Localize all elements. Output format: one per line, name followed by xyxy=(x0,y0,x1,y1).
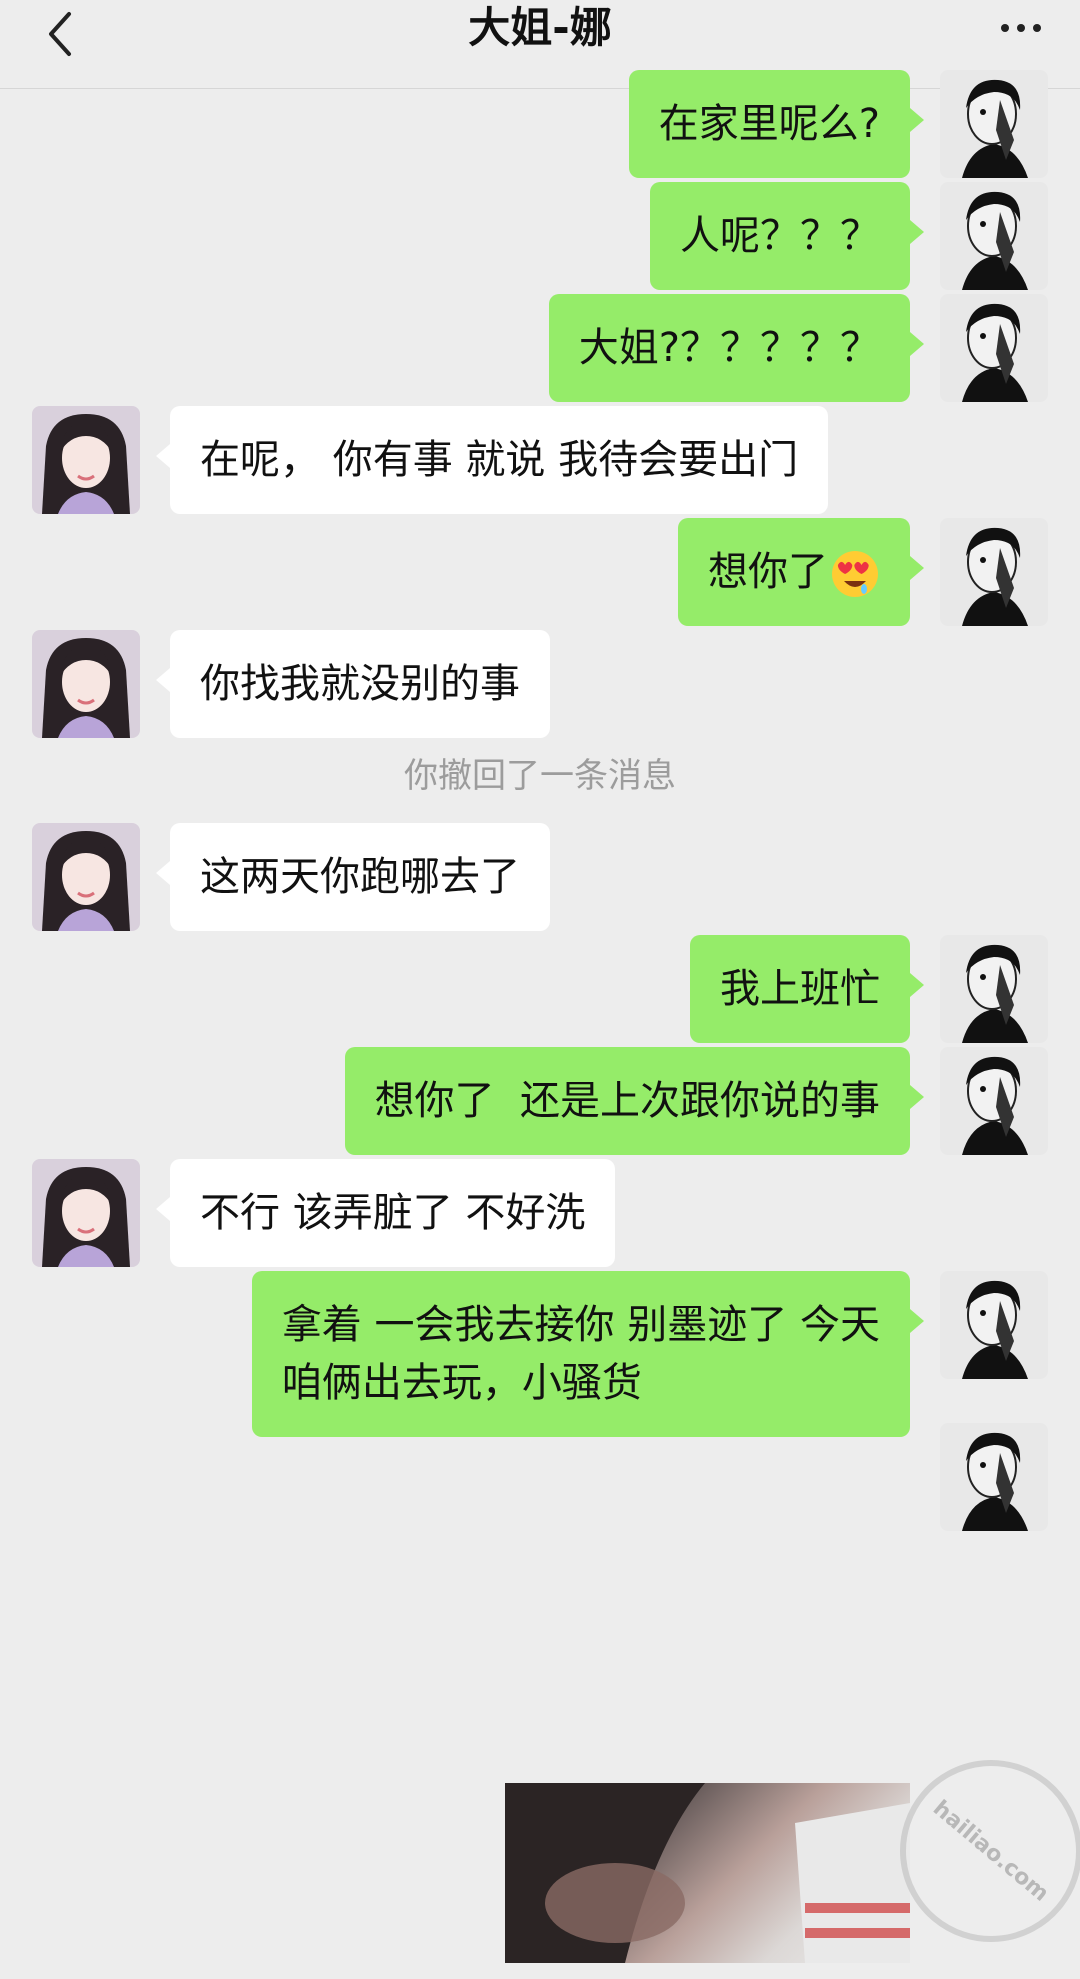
message-text: 想你了 xyxy=(708,549,828,595)
watermark-text: hailiao.com xyxy=(928,1795,1054,1907)
more-options-button[interactable] xyxy=(986,0,1056,56)
contact-avatar[interactable] xyxy=(32,1159,140,1267)
my-avatar[interactable] xyxy=(940,70,1048,178)
more-dots-icon xyxy=(1001,24,1009,32)
recall-notice: 你撤回了一条消息 xyxy=(404,756,676,796)
sent-message-bubble[interactable]: 人呢？？？ xyxy=(650,182,924,290)
my-avatar[interactable] xyxy=(940,1423,1048,1531)
my-avatar[interactable] xyxy=(940,935,1048,1043)
contact-avatar[interactable] xyxy=(32,630,140,738)
sent-message-bubble[interactable]: 想你了 xyxy=(678,518,924,626)
my-avatar[interactable] xyxy=(940,1047,1048,1155)
sent-message-bubble[interactable]: 想你了 还是上次跟你说的事 xyxy=(344,1047,925,1155)
heart-eyes-emoji-icon xyxy=(832,551,878,597)
received-message-bubble[interactable]: 不行 该弄脏了 不好洗 xyxy=(155,1159,616,1267)
my-avatar[interactable] xyxy=(940,182,1048,290)
title-bar: 大姐-娜 xyxy=(0,0,1080,89)
contact-avatar[interactable] xyxy=(32,406,140,514)
received-message-bubble[interactable]: 在呢， 你有事 就说 我待会要出门 xyxy=(155,406,829,514)
chat-title: 大姐-娜 xyxy=(468,3,612,52)
image-message-thumbnail[interactable] xyxy=(505,1783,910,1963)
message-list[interactable]: 在家里呢么? 人呢？？？ 大姐?？？？？？ 在呢， 你有事 就说 我待会要出门 … xyxy=(0,70,1080,1963)
sent-message-bubble[interactable]: 我上班忙 xyxy=(690,935,924,1043)
contact-avatar[interactable] xyxy=(32,823,140,931)
sent-message-bubble[interactable]: 在家里呢么? xyxy=(628,70,925,178)
received-message-bubble[interactable]: 这两天你跑哪去了 xyxy=(156,823,550,931)
my-avatar[interactable] xyxy=(940,294,1048,402)
sent-message-bubble[interactable]: 大姐?？？？？？ xyxy=(548,294,925,402)
photo-content xyxy=(505,1783,910,1963)
received-message-bubble[interactable]: 你找我就没别的事 xyxy=(156,630,550,738)
sent-message-bubble[interactable]: 拿着 一会我去接你 别墨迹了 今天 咱俩出去玩，小骚货 xyxy=(251,1271,925,1437)
my-avatar[interactable] xyxy=(940,1271,1048,1379)
my-avatar[interactable] xyxy=(940,518,1048,626)
